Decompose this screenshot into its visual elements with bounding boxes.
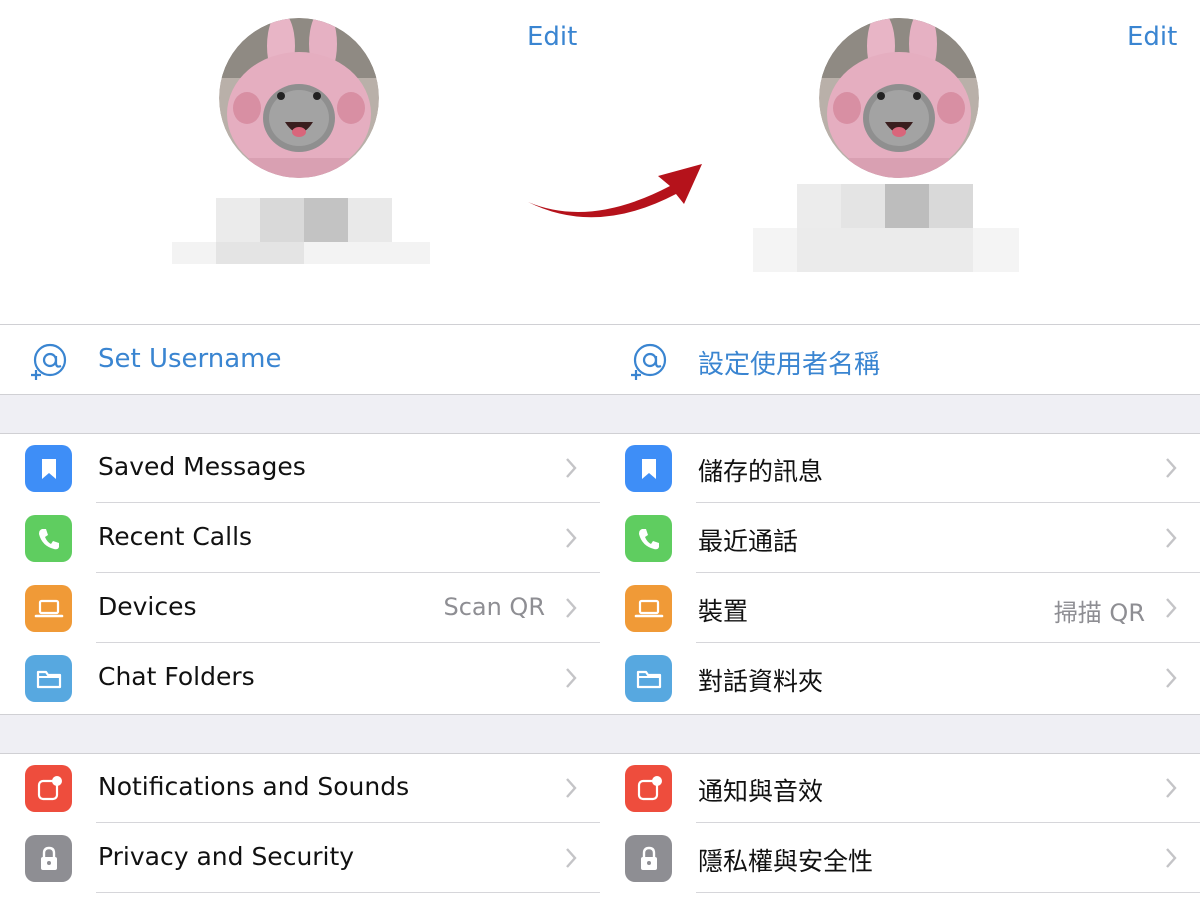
folder-icon <box>25 655 72 702</box>
phone-icon <box>25 515 72 562</box>
chevron-right-icon <box>566 458 577 478</box>
settings-panel-english: Edit Set Username Saved Messages Recent … <box>0 0 600 900</box>
profile-avatar[interactable] <box>219 18 379 178</box>
profile-name-redacted <box>172 198 430 266</box>
bookmark-icon <box>625 445 672 492</box>
chevron-right-icon <box>566 668 577 688</box>
menu-label: 裝置 <box>698 597 749 626</box>
chevron-right-icon <box>1166 668 1177 688</box>
chevron-right-icon <box>1166 458 1177 478</box>
username-at-icon <box>631 343 667 380</box>
row-separator <box>96 892 600 893</box>
menu-row-recent-calls[interactable]: Recent Calls <box>0 503 600 573</box>
menu-row-recent-calls[interactable]: 最近通話 <box>600 503 1200 573</box>
profile-avatar[interactable] <box>819 18 979 178</box>
row-separator <box>696 892 1200 893</box>
laptop-icon <box>25 585 72 632</box>
menu-label: 隱私權與安全性 <box>698 847 874 876</box>
menu-value-scan-qr[interactable]: Scan QR <box>443 593 545 621</box>
laptop-icon <box>625 585 672 632</box>
menu-row-saved-messages[interactable]: 儲存的訊息 <box>600 433 1200 503</box>
lock-icon <box>25 835 72 882</box>
avatar-image <box>819 18 979 178</box>
section-gap <box>0 714 600 754</box>
username-at-icon <box>31 343 67 380</box>
chevron-right-icon <box>1166 848 1177 868</box>
lock-icon <box>625 835 672 882</box>
menu-label: Privacy and Security <box>98 842 355 871</box>
menu-row-chat-folders[interactable]: Chat Folders <box>0 643 600 713</box>
set-username-row[interactable]: 設定使用者名稱 <box>600 325 1200 395</box>
profile-name-redacted <box>753 184 1019 274</box>
menu-row-devices[interactable]: 裝置 掃描 QR <box>600 573 1200 643</box>
section-gap <box>0 394 600 434</box>
notification-icon <box>25 765 72 812</box>
avatar-image <box>219 18 379 178</box>
menu-label: Recent Calls <box>98 522 253 551</box>
menu-value-scan-qr[interactable]: 掃描 QR <box>1054 593 1145 628</box>
set-username-row[interactable]: Set Username <box>0 325 600 395</box>
bookmark-icon <box>25 445 72 492</box>
arrow-right-icon <box>528 164 702 218</box>
menu-label: 通知與音效 <box>698 777 824 806</box>
menu-label: Notifications and Sounds <box>98 772 410 801</box>
menu-label: 儲存的訊息 <box>698 457 824 486</box>
folder-icon <box>625 655 672 702</box>
chevron-right-icon <box>566 528 577 548</box>
menu-row-chat-folders[interactable]: 對話資料夾 <box>600 643 1200 713</box>
chevron-right-icon <box>566 848 577 868</box>
settings-panel-chinese: Edit 設定使用者名稱 儲存的訊息 最近通話 裝置 掃描 QR 對話資料夾 通… <box>600 0 1200 900</box>
menu-label: Chat Folders <box>98 662 255 691</box>
notification-icon <box>625 765 672 812</box>
menu-label: Saved Messages <box>98 452 306 481</box>
chevron-right-icon <box>1166 778 1177 798</box>
chevron-right-icon <box>1166 528 1177 548</box>
section-gap <box>600 714 1200 754</box>
menu-row-notifications[interactable]: Notifications and Sounds <box>0 753 600 823</box>
chevron-right-icon <box>566 778 577 798</box>
menu-label: 最近通話 <box>698 527 799 556</box>
menu-row-privacy[interactable]: 隱私權與安全性 <box>600 823 1200 893</box>
set-username-label: 設定使用者名稱 <box>698 350 881 380</box>
phone-icon <box>625 515 672 562</box>
edit-button[interactable]: Edit <box>1127 22 1177 52</box>
menu-label: Devices <box>98 592 197 621</box>
menu-row-notifications[interactable]: 通知與音效 <box>600 753 1200 823</box>
set-username-label: Set Username <box>98 344 282 374</box>
chevron-right-icon <box>1166 598 1177 618</box>
menu-label: 對話資料夾 <box>698 667 824 696</box>
menu-row-privacy[interactable]: Privacy and Security <box>0 823 600 893</box>
section-gap <box>600 394 1200 434</box>
chevron-right-icon <box>566 598 577 618</box>
menu-row-devices[interactable]: Devices Scan QR <box>0 573 600 643</box>
edit-button[interactable]: Edit <box>527 22 577 52</box>
menu-row-saved-messages[interactable]: Saved Messages <box>0 433 600 503</box>
